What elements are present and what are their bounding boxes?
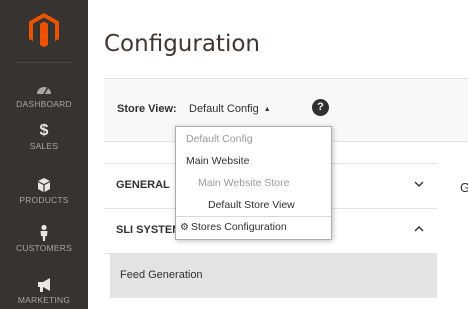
sidebar-item-products[interactable]: PRODUCTS (0, 176, 88, 205)
products-box-icon (38, 178, 50, 192)
chevron-down-icon (414, 181, 424, 187)
dashboard-icon (37, 87, 51, 95)
sidebar-item-label: SALES (29, 141, 59, 151)
dropdown-option-stores-configuration[interactable]: ⚙ Stores Configuration (176, 218, 335, 236)
customers-person-icon (40, 224, 48, 241)
dropdown-option-label: Stores Configuration (190, 221, 287, 233)
admin-sidebar: DASHBOARD $ SALES PRODUCTS CUSTOMERS MAR… (0, 0, 88, 309)
tab-title: GENERAL (116, 179, 170, 191)
sidebar-divider (14, 62, 74, 63)
chevron-up-icon (414, 226, 424, 232)
magento-logo-icon[interactable] (28, 12, 60, 48)
sidebar-item-label: PRODUCTS (19, 195, 69, 205)
store-view-label: Store View: (117, 103, 177, 115)
dropdown-option-default-store-view[interactable]: Default Store View (176, 196, 363, 214)
dollar-icon: $ (39, 122, 49, 139)
sidebar-item-label: CUSTOMERS (16, 243, 72, 253)
page-title: Configuration (104, 31, 260, 57)
sidebar-item-marketing[interactable]: MARKETING (0, 276, 88, 305)
sub-item-label: Feed Generation (120, 269, 203, 281)
sidebar-item-customers[interactable]: CUSTOMERS (0, 224, 88, 253)
caret-up-icon: ▲ (263, 106, 271, 113)
dropdown-option-main-website-store: Main Website Store (198, 177, 290, 189)
store-view-switcher[interactable]: Default Config ▲ (189, 103, 271, 115)
store-view-selected: Default Config (189, 103, 259, 115)
help-icon[interactable]: ? (312, 99, 329, 116)
dropdown-option-default-config[interactable]: Default Config (176, 130, 341, 148)
section-heading-peek: G (460, 180, 468, 195)
marketing-megaphone-icon (38, 278, 50, 292)
sidebar-item-label: DASHBOARD (16, 99, 72, 109)
sidebar-item-dashboard[interactable]: DASHBOARD (0, 80, 88, 109)
sidebar-item-sales[interactable]: $ SALES (0, 122, 88, 151)
store-view-dropdown: Default Config Main Website Main Website… (175, 126, 332, 240)
dropdown-divider (176, 216, 331, 217)
sub-item-feed-generation[interactable]: Feed Generation (110, 254, 437, 298)
dropdown-option-main-website[interactable]: Main Website (176, 152, 341, 170)
sidebar-item-label: MARKETING (17, 295, 71, 305)
gear-icon: ⚙ (180, 222, 189, 233)
